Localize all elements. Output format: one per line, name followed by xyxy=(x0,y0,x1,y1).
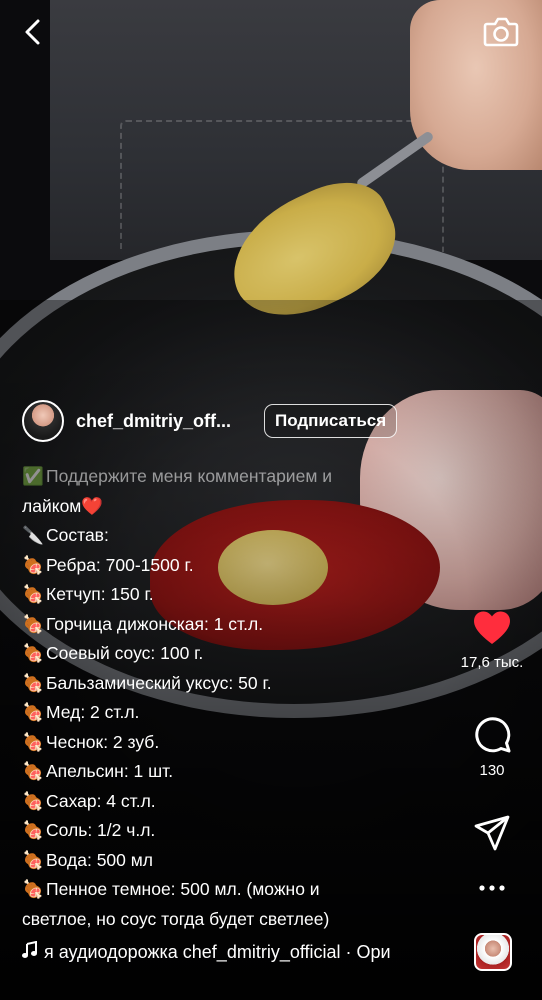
meat-emoji: 🍖 xyxy=(22,613,44,634)
heart-icon[interactable] xyxy=(472,610,512,646)
meat-emoji: 🍖 xyxy=(22,849,44,870)
comment-count: 130 xyxy=(479,762,505,779)
audio-label: я аудиодорожка chef_dmitriy_official · О… xyxy=(44,941,391,962)
ingredient-text: Соль: 1/2 ч.л. xyxy=(46,820,156,840)
meat-emoji: 🍖 xyxy=(22,820,44,840)
ingredient-text: Горчица дижонская: 1 ст.л. xyxy=(46,613,264,634)
like-action[interactable]: 17,6 тыс. xyxy=(442,610,542,671)
ingredient-line: 🍖 Апельсин: 1 шт. xyxy=(22,757,442,787)
ingredient-line: 🍖 Пенное темное: 500 мл. (можно и xyxy=(22,875,442,905)
ingredient-text: Пенное темное: 500 мл. (можно и xyxy=(46,879,320,899)
comment-icon[interactable] xyxy=(472,714,512,754)
ingredient-line: 🍖 Вода: 500 мл xyxy=(22,846,442,876)
more-action[interactable] xyxy=(442,882,542,894)
ingredient-text: светлое, но соус тогда будет светлее) xyxy=(22,908,330,929)
audio-track[interactable]: я аудиодорожка chef_dmitriy_official · О… xyxy=(22,938,442,966)
caption-text: лайком❤️ xyxy=(22,495,104,516)
share-action[interactable] xyxy=(442,814,542,852)
meat-emoji: 🍖 xyxy=(22,584,44,604)
like-count: 17,6 тыс. xyxy=(460,654,524,671)
comment-action[interactable]: 130 xyxy=(442,714,542,779)
ingredient-line: 🍖 Соевый соус: 100 г. xyxy=(22,639,442,669)
meat-emoji: 🍖 xyxy=(22,790,44,811)
caption-line: 🔪 Состав: xyxy=(22,521,442,551)
avatar[interactable] xyxy=(22,400,64,442)
meat-emoji: 🍖 xyxy=(22,702,44,722)
meat-emoji: 🍖 xyxy=(22,643,44,663)
ingredient-text: Бальзамический уксус: 50 г. xyxy=(46,672,272,693)
knife-emoji: 🔪 xyxy=(22,525,44,545)
author-row: chef_dmitriy_off... Подписаться xyxy=(22,399,422,443)
ingredient-line: 🍖 Мед: 2 ст.л. xyxy=(22,698,442,728)
meat-emoji: 🍖 xyxy=(22,879,44,899)
ingredient-text: Соевый соус: 100 г. xyxy=(46,643,204,663)
audio-thumbnail[interactable] xyxy=(474,933,512,971)
caption-text: Поддержите меня комментарием и xyxy=(46,466,332,486)
ingredient-line: 🍖 Чеснок: 2 зуб. xyxy=(22,728,442,758)
check-emoji: ✅ xyxy=(22,466,44,486)
meat-emoji: 🍖 xyxy=(22,761,44,781)
ingredient-line: светлое, но соус тогда будет светлее) xyxy=(22,905,442,935)
follow-button[interactable]: Подписаться xyxy=(264,404,398,438)
caption-line: ✅ Поддержите меня комментарием и xyxy=(22,462,442,492)
ingredient-line: 🍖 Кетчуп: 150 г. xyxy=(22,580,442,610)
camera-icon[interactable] xyxy=(482,14,520,50)
ingredient-text: Кетчуп: 150 г. xyxy=(46,584,154,604)
share-icon[interactable] xyxy=(473,814,511,852)
ingredient-line: 🍖 Горчица дижонская: 1 ст.л. xyxy=(22,610,442,640)
top-bar xyxy=(0,0,542,64)
ingredient-line: 🍖 Соль: 1/2 ч.л. xyxy=(22,816,442,846)
music-note-icon xyxy=(22,940,44,964)
ingredient-text: Чеснок: 2 зуб. xyxy=(46,731,160,752)
back-arrow-icon[interactable] xyxy=(18,16,50,48)
meat-emoji: 🍖 xyxy=(22,672,44,693)
ingredient-text: Ребра: 700-1500 г. xyxy=(46,554,194,575)
meat-emoji: 🍖 xyxy=(22,554,44,575)
caption-text: Состав: xyxy=(46,525,109,545)
more-icon[interactable] xyxy=(477,882,507,894)
ingredient-text: Сахар: 4 ст.л. xyxy=(46,790,156,811)
meat-emoji: 🍖 xyxy=(22,731,44,752)
ingredient-text: Вода: 500 мл xyxy=(46,849,153,870)
ingredient-text: Мед: 2 ст.л. xyxy=(46,702,140,722)
username[interactable]: chef_dmitriy_off... xyxy=(76,411,256,432)
ingredient-text: Апельсин: 1 шт. xyxy=(46,761,174,781)
caption[interactable]: ✅ Поддержите меня комментарием и лайком❤️… xyxy=(22,462,442,934)
ingredient-line: 🍖 Сахар: 4 ст.л. xyxy=(22,787,442,817)
ingredient-line: 🍖 Бальзамический уксус: 50 г. xyxy=(22,669,442,699)
ingredient-line: 🍖 Ребра: 700-1500 г. xyxy=(22,551,442,581)
caption-line: лайком❤️ xyxy=(22,492,442,522)
